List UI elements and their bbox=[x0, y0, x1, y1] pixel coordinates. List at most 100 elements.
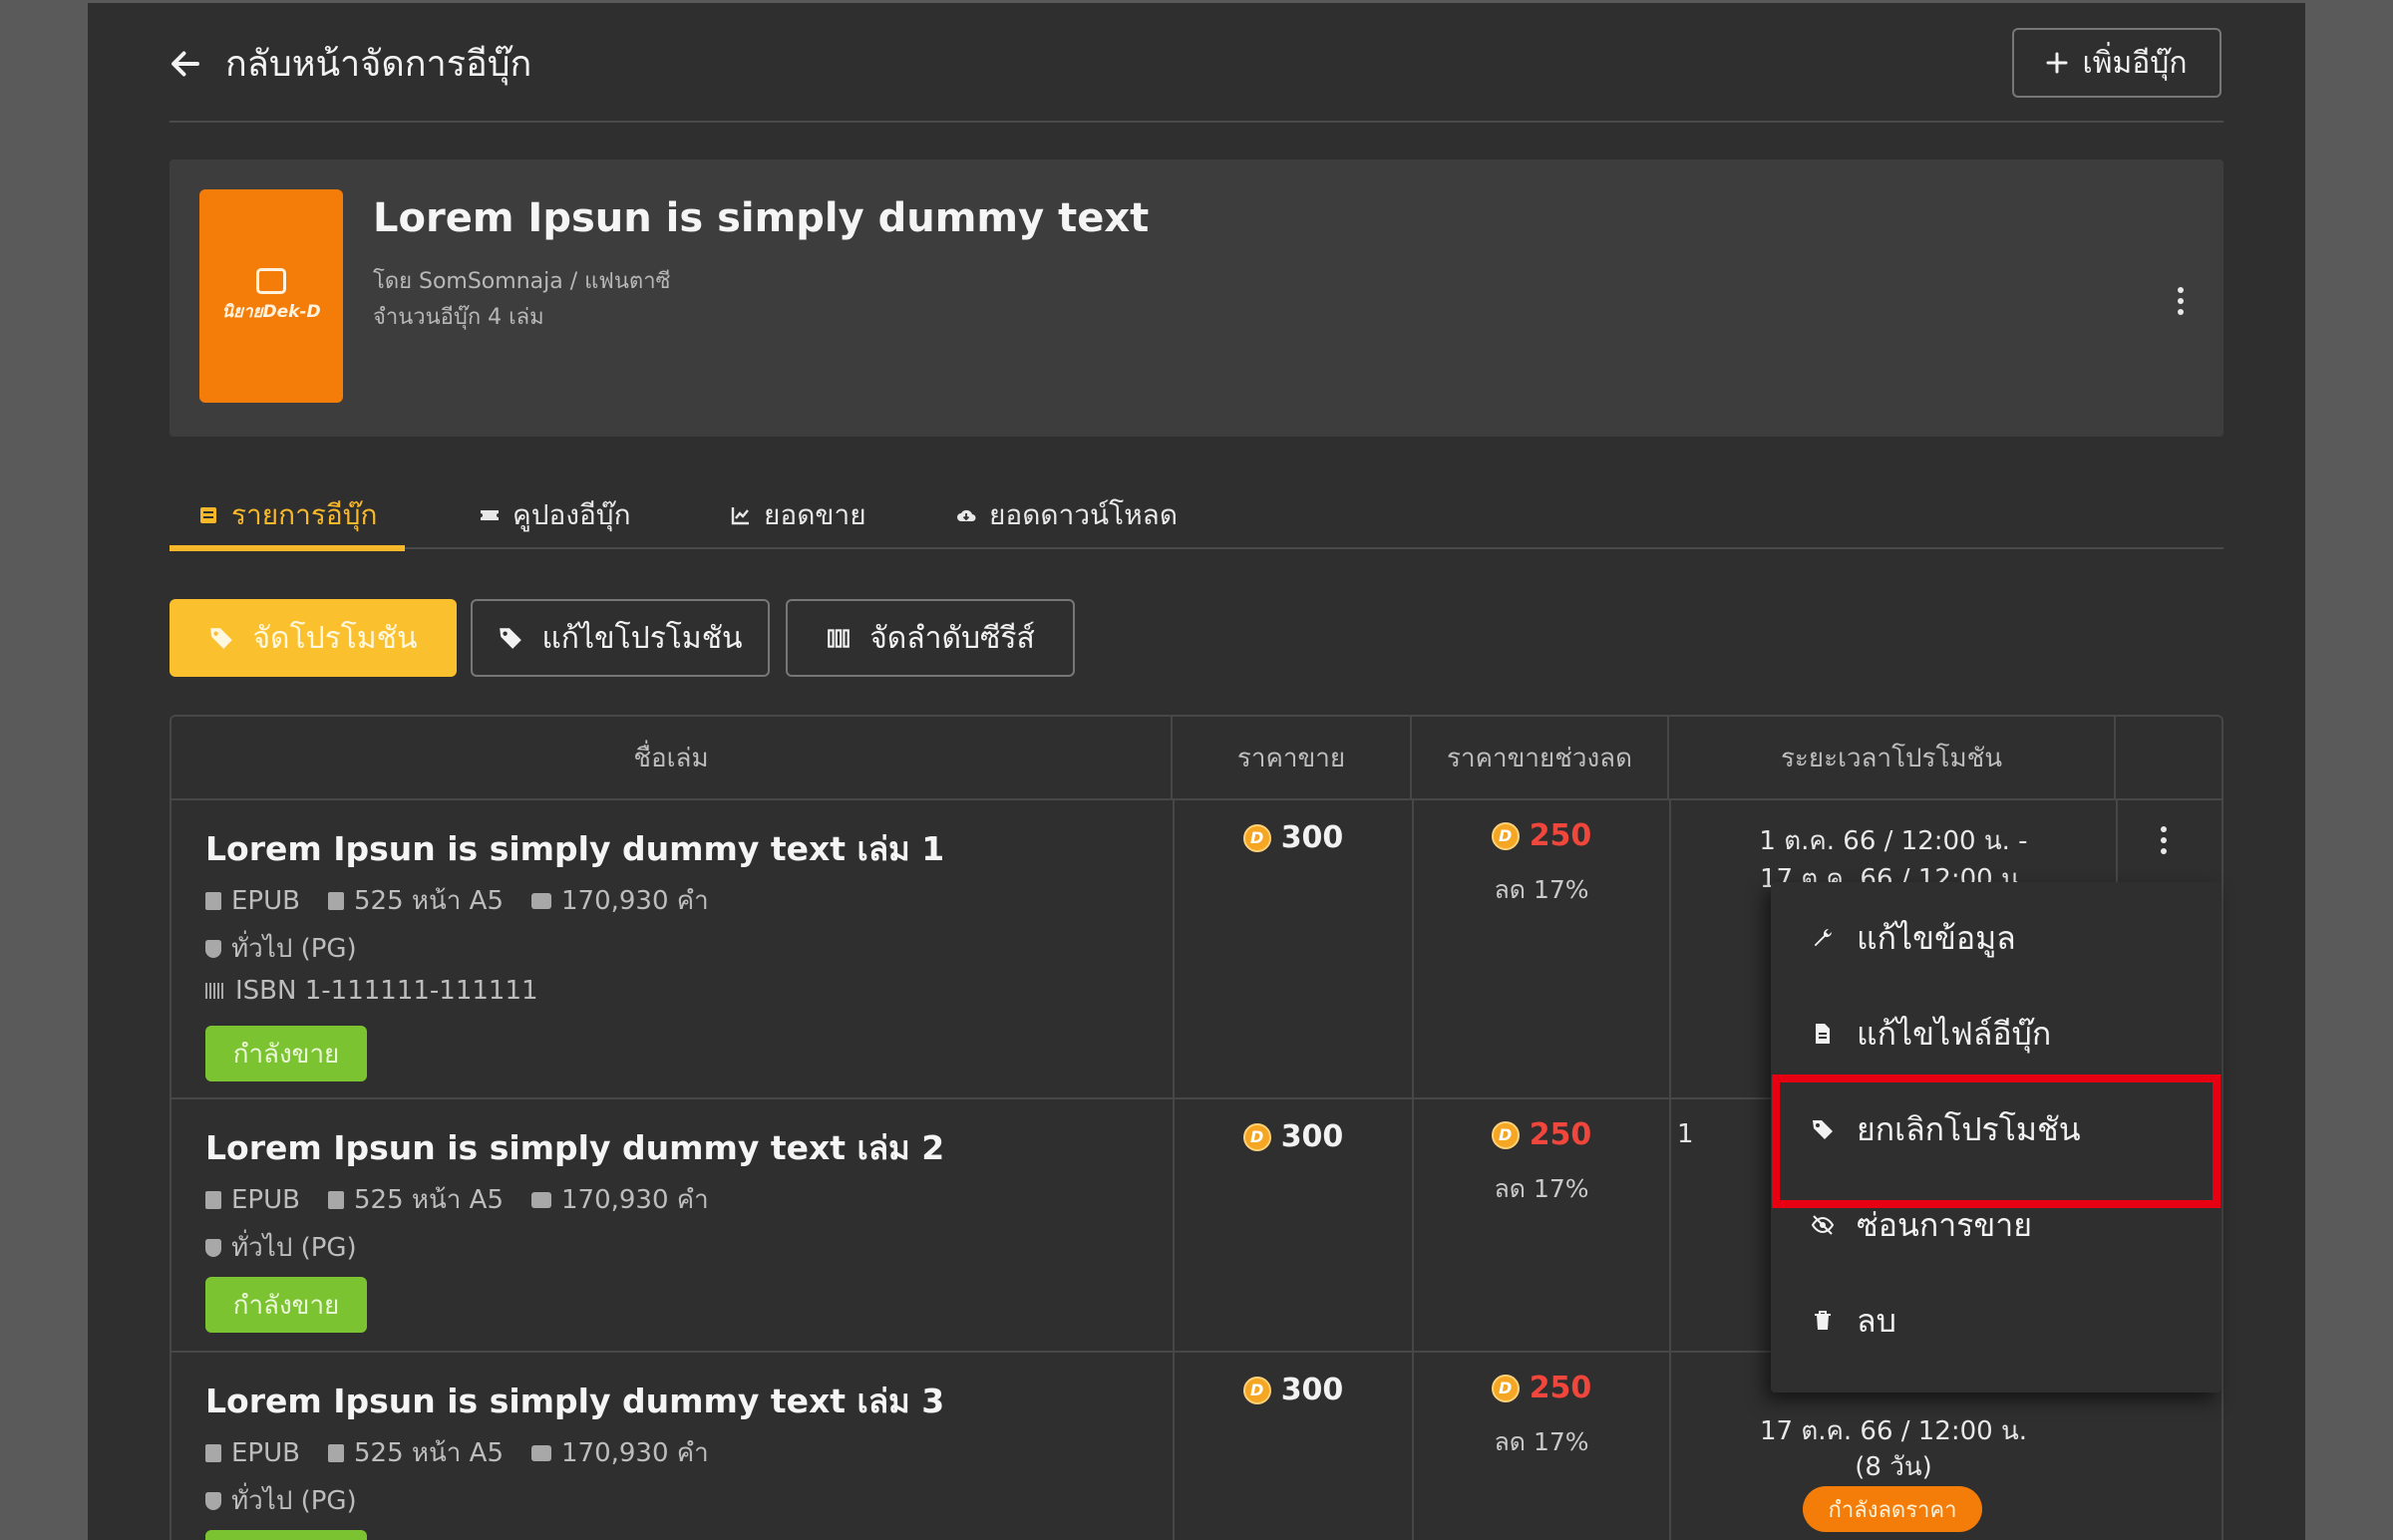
row-price: D 300 bbox=[1175, 820, 1412, 855]
menu-item-edit-file[interactable]: แก้ไขไฟล์อีบุ๊ก bbox=[1771, 986, 2222, 1081]
ebook-management-page: กลับหน้าจัดการอีบุ๊ก เพิ่มอีบุ๊ก นิยายDe… bbox=[88, 3, 2305, 1540]
comment-icon bbox=[530, 1444, 551, 1461]
eye-off-icon bbox=[1811, 1215, 1835, 1235]
row-sale-price: D 250 bbox=[1414, 818, 1669, 853]
file-icon bbox=[327, 891, 344, 910]
book-title: Lorem Ipsun is simply dummy text bbox=[373, 195, 1150, 241]
tab-downloads[interactable]: ยอดดาวน์โหลด bbox=[955, 481, 1178, 549]
book-author: โดย SomSomnaja / แฟนตาซี bbox=[373, 269, 671, 294]
cloud-download-icon bbox=[957, 509, 976, 521]
coin-icon: D bbox=[1242, 1376, 1271, 1404]
dekd-logo-icon bbox=[256, 267, 286, 294]
tab-label: ยอดขาย bbox=[764, 498, 866, 531]
book-icon bbox=[205, 891, 221, 910]
tag-icon bbox=[500, 628, 522, 649]
book-icon bbox=[205, 1443, 221, 1462]
comment-icon bbox=[530, 1191, 551, 1208]
column-header-price: ราคาขาย bbox=[1173, 717, 1412, 798]
row-words: 170,930 คำ bbox=[560, 1185, 709, 1215]
row-period-duration: (8 วัน) bbox=[1855, 1452, 1932, 1482]
header-divider bbox=[170, 121, 2223, 123]
coin-icon: D bbox=[1491, 1374, 1520, 1402]
comment-icon bbox=[530, 892, 551, 909]
shield-icon bbox=[205, 939, 221, 958]
row-discount: ลด 17% bbox=[1494, 875, 1589, 904]
row-sale-price: D 250 bbox=[1414, 1117, 1669, 1152]
add-ebook-button[interactable]: เพิ่มอีบุ๊ก bbox=[2012, 28, 2222, 98]
rating-label: ทั่วไป (PG) bbox=[231, 1486, 357, 1516]
price-value: 300 bbox=[1280, 1119, 1344, 1154]
menu-item-label: แก้ไขไฟล์อีบุ๊ก bbox=[1857, 1014, 2052, 1053]
row-price: D 300 bbox=[1175, 1373, 1412, 1407]
book-count: จำนวนอีบุ๊ก 4 เล่ม bbox=[373, 305, 544, 330]
row-sale-price: D 250 bbox=[1414, 1371, 1669, 1405]
menu-item-delete[interactable]: ลบ bbox=[1771, 1273, 2222, 1369]
status-badge: กำลังขาย bbox=[205, 1026, 367, 1081]
column-header-sale-price: ราคาขายช่วงลด bbox=[1412, 717, 1669, 798]
status-badge: กำลังขาย bbox=[205, 1277, 367, 1333]
coin-icon: D bbox=[1491, 821, 1520, 850]
menu-item-edit-info[interactable]: แก้ไขข้อมูล bbox=[1771, 890, 2222, 986]
tab-bar: รายการอีบุ๊ก คูปองอีบุ๊ก ยอดขาย ยอดดาวน์… bbox=[170, 481, 2223, 551]
barcode-icon bbox=[205, 983, 225, 999]
sale-price-value: 250 bbox=[1529, 1371, 1592, 1405]
discount-status-badge: กำลังลดราคา bbox=[1803, 1486, 1982, 1532]
book-cover: นิยายDek-D bbox=[199, 189, 343, 403]
tab-label: รายการอีบุ๊ก bbox=[231, 498, 378, 531]
tab-ebook-list[interactable]: รายการอีบุ๊ก bbox=[170, 481, 406, 551]
wrench-icon bbox=[1814, 928, 1833, 947]
tag-icon bbox=[210, 628, 233, 649]
more-vertical-icon[interactable] bbox=[2178, 287, 2184, 315]
tab-label: คูปองอีบุ๊ก bbox=[513, 498, 631, 531]
status-badge-partial bbox=[205, 1530, 367, 1540]
row-isbn: ISBN 1-111111-111111 bbox=[205, 976, 538, 1006]
row-period-start: 1 ต.ค. 66 / 12:00 น. - bbox=[1759, 826, 2028, 856]
arrow-left-icon bbox=[171, 51, 199, 76]
book-icon bbox=[205, 1190, 221, 1209]
more-vertical-icon[interactable] bbox=[2161, 826, 2167, 854]
row-pages: 525 หน้า A5 bbox=[353, 886, 504, 916]
rating-label: ทั่วไป (PG) bbox=[231, 934, 357, 964]
shield-icon bbox=[205, 1491, 221, 1510]
coin-icon: D bbox=[1491, 1120, 1520, 1149]
file-icon bbox=[327, 1443, 344, 1462]
book-icon bbox=[200, 507, 216, 523]
edit-promotion-label: แก้ไขโปรโมชัน bbox=[541, 620, 743, 656]
series-order-button[interactable]: จัดลำดับซีรีส์ bbox=[786, 599, 1075, 677]
row-format: EPUB bbox=[231, 885, 300, 916]
row-meta: EPUB 525 หน้า A5 170,930 คำ bbox=[205, 1179, 709, 1220]
row-meta: EPUB 525 หน้า A5 170,930 คำ bbox=[205, 880, 709, 921]
tab-label: ยอดดาวน์โหลด bbox=[989, 498, 1179, 531]
row-pages: 525 หน้า A5 bbox=[353, 1438, 504, 1468]
row-period-partial: 1 bbox=[1677, 1119, 1694, 1149]
sale-price-value: 250 bbox=[1529, 818, 1592, 853]
column-header-period: ระยะเวลาโปรโมชัน bbox=[1669, 717, 2116, 798]
row-period-end: 17 ต.ค. 66 / 12:00 น. bbox=[1759, 1416, 2028, 1446]
row-pages: 525 หน้า A5 bbox=[353, 1185, 504, 1215]
tab-coupons[interactable]: คูปองอีบุ๊ก bbox=[479, 481, 631, 549]
row-title: Lorem Ipsun is simply dummy text เล่ม 3 bbox=[205, 1382, 945, 1420]
edit-promotion-button[interactable]: แก้ไขโปรโมชัน bbox=[471, 599, 770, 677]
create-promotion-label: จัดโปรโมชัน bbox=[252, 620, 418, 656]
back-link[interactable]: กลับหน้าจัดการอีบุ๊ก bbox=[168, 35, 531, 92]
create-promotion-button[interactable]: จัดโปรโมชัน bbox=[170, 599, 457, 677]
price-value: 300 bbox=[1280, 820, 1344, 855]
row-format: EPUB bbox=[231, 1184, 300, 1215]
row-title: Lorem Ipsun is simply dummy text เล่ม 1 bbox=[205, 829, 945, 868]
rating-label: ทั่วไป (PG) bbox=[231, 1233, 357, 1263]
menu-item-label: แก้ไขข้อมูล bbox=[1857, 918, 2016, 957]
row-words: 170,930 คำ bbox=[560, 1438, 709, 1468]
tab-sales[interactable]: ยอดขาย bbox=[730, 481, 866, 549]
file-icon bbox=[1816, 1024, 1830, 1044]
coin-icon: D bbox=[1242, 823, 1271, 852]
trash-icon bbox=[1815, 1311, 1831, 1330]
row-rating: ทั่วไป (PG) bbox=[205, 928, 357, 969]
add-ebook-label: เพิ่มอีบุ๊ก bbox=[2082, 45, 2188, 81]
row-discount: ลด 17% bbox=[1494, 1174, 1589, 1203]
cover-logo-text: นิยายDek-D bbox=[221, 301, 321, 322]
row-price: D 300 bbox=[1175, 1119, 1412, 1154]
coin-icon: D bbox=[1242, 1122, 1271, 1151]
plus-icon bbox=[2046, 52, 2068, 74]
row-meta: EPUB 525 หน้า A5 170,930 คำ bbox=[205, 1432, 709, 1473]
row-words: 170,930 คำ bbox=[560, 886, 709, 916]
